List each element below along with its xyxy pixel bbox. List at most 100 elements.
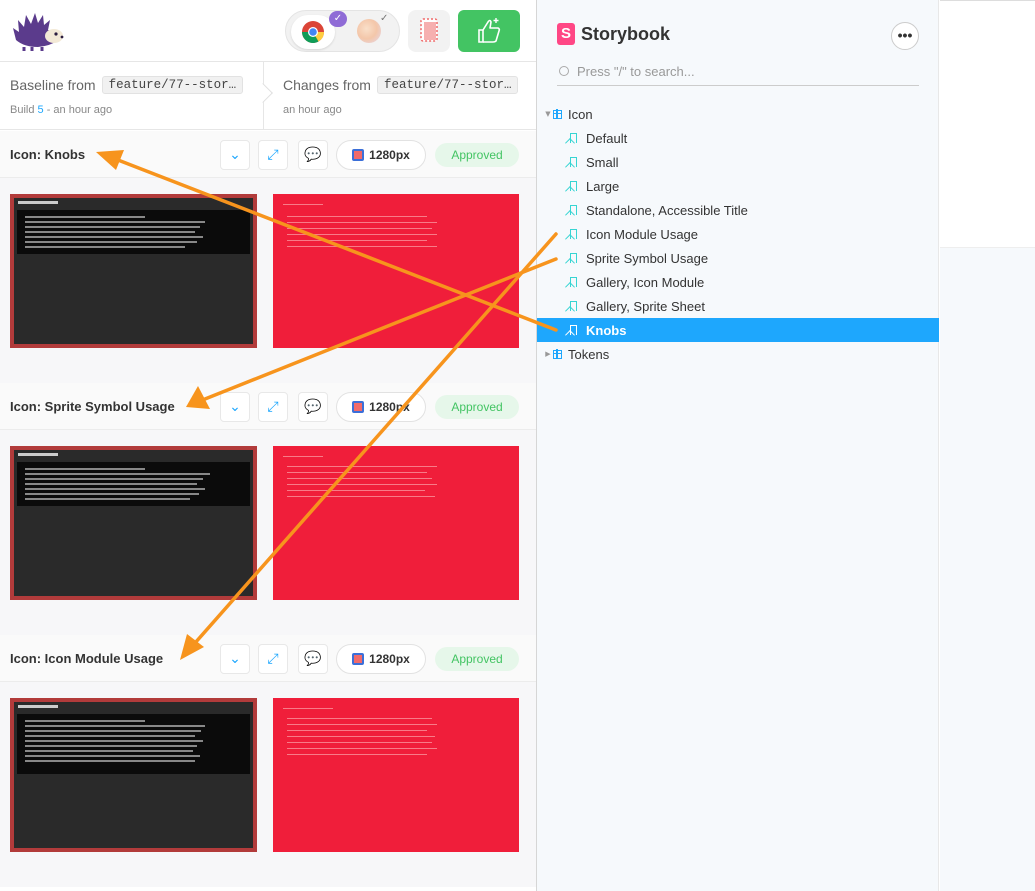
- story-card-knobs: Icon: Knobs ⌄ ⤢ 💬 1280px Approved: [0, 131, 536, 383]
- viewport-icon: [352, 401, 365, 413]
- tree-component-icon[interactable]: ▼ Icon: [537, 102, 939, 126]
- story-card-sprite-symbol-usage: Icon: Sprite Symbol Usage ⌄ ⤢ 💬 1280px A…: [0, 383, 536, 635]
- baseline-snapshot[interactable]: [10, 446, 257, 600]
- comparison-chevron: [253, 83, 273, 103]
- viewport-button[interactable]: 1280px: [336, 392, 426, 422]
- tree-story-gallery-icon-module[interactable]: Gallery, Icon Module: [537, 270, 939, 294]
- status-badge: Approved: [435, 143, 519, 167]
- tree-story-knobs[interactable]: Knobs: [537, 318, 939, 342]
- story-snapshots: [0, 682, 536, 887]
- selected-check-icon: ✓: [329, 11, 347, 27]
- search-input[interactable]: [577, 64, 907, 79]
- expand-chevron-icon[interactable]: ⌄: [220, 140, 250, 170]
- baseline-snapshot[interactable]: [10, 194, 257, 348]
- viewport-label: 1280px: [369, 148, 410, 162]
- caret-right-icon: ▶: [545, 350, 551, 358]
- add-comment-icon[interactable]: 💬: [298, 392, 328, 422]
- review-toolbar: ✓ ✓: [0, 0, 536, 62]
- status-badge: Approved: [435, 647, 519, 671]
- fullscreen-icon[interactable]: ⤢: [258, 644, 288, 674]
- expand-chevron-icon[interactable]: ⌄: [220, 644, 250, 674]
- story-title[interactable]: Icon: Sprite Symbol Usage: [10, 399, 175, 414]
- tree-item-label: Knobs: [586, 322, 627, 338]
- tree-story-default[interactable]: Default: [537, 126, 939, 150]
- viewport-icon: [352, 653, 365, 665]
- changes-snapshot[interactable]: [273, 446, 519, 600]
- browser-selector: ✓ ✓: [285, 10, 400, 52]
- search-box: [557, 62, 919, 86]
- tree-item-label: Large: [586, 178, 620, 194]
- tree-item-label: Icon Module Usage: [586, 226, 699, 242]
- preview-border: [940, 0, 1035, 1]
- changes-label: Changes from: [283, 77, 371, 93]
- add-comment-icon[interactable]: 💬: [298, 140, 328, 170]
- baseline-info: Baseline from feature/77--stor… Build 5 …: [10, 76, 244, 116]
- firefox-icon[interactable]: [357, 19, 381, 43]
- storybook-logo-icon[interactable]: S: [557, 23, 575, 45]
- tree-item-label: Default: [586, 130, 628, 146]
- tree-story-standalone[interactable]: Standalone, Accessible Title: [537, 198, 939, 222]
- baseline-branch[interactable]: feature/77--stor…: [101, 76, 244, 94]
- chrome-browser-button[interactable]: ✓: [291, 11, 347, 49]
- story-header: Icon: Icon Module Usage ⌄ ⤢ 💬 1280px App…: [0, 635, 536, 682]
- changes-branch[interactable]: feature/77--stor…: [376, 76, 519, 94]
- fullscreen-icon[interactable]: ⤢: [258, 392, 288, 422]
- bookmark-icon: [570, 253, 577, 263]
- status-badge: Approved: [435, 395, 519, 419]
- changes-info: Changes from feature/77--stor… an hour a…: [283, 76, 519, 116]
- changes-snapshot[interactable]: [273, 194, 519, 348]
- bookmark-icon: [570, 181, 577, 191]
- search-icon: [559, 66, 569, 76]
- bookmark-icon: [570, 277, 577, 287]
- tree-component-tokens[interactable]: ▶ Tokens: [537, 342, 939, 366]
- baseline-build-prefix: Build: [10, 104, 35, 116]
- viewport-label: 1280px: [369, 400, 410, 414]
- tree-story-small[interactable]: Small: [537, 150, 939, 174]
- expand-chevron-icon[interactable]: ⌄: [220, 392, 250, 422]
- component-icon: [552, 109, 562, 119]
- comparison-bar: Baseline from feature/77--stor… Build 5 …: [0, 62, 536, 130]
- approve-button[interactable]: [458, 10, 520, 52]
- viewport-icon: [352, 149, 365, 161]
- thumbs-up-icon: [478, 18, 501, 43]
- preview-area: [940, 0, 1035, 891]
- review-panel: ✓ ✓ Baseline from feature/77--stor… Buil…: [0, 0, 537, 891]
- diff-toggle-button[interactable]: [408, 10, 450, 52]
- add-comment-icon[interactable]: 💬: [298, 644, 328, 674]
- bookmark-icon: [570, 229, 577, 239]
- story-title[interactable]: Icon: Icon Module Usage: [10, 651, 163, 666]
- tree-item-label: Gallery, Sprite Sheet: [586, 298, 705, 314]
- fullscreen-icon[interactable]: ⤢: [258, 140, 288, 170]
- tree-story-icon-module-usage[interactable]: Icon Module Usage: [537, 222, 939, 246]
- component-icon: [552, 349, 562, 359]
- firefox-check-icon: ✓: [380, 13, 389, 24]
- story-card-icon-module-usage: Icon: Icon Module Usage ⌄ ⤢ 💬 1280px App…: [0, 635, 536, 887]
- story-title[interactable]: Icon: Knobs: [10, 147, 85, 162]
- baseline-time: - an hour ago: [43, 104, 113, 116]
- bookmark-icon: [570, 301, 577, 311]
- storybook-sidebar: S Storybook ••• ▼ Icon Default Small Lar…: [537, 0, 939, 891]
- story-snapshots: [0, 178, 536, 383]
- story-header: Icon: Sprite Symbol Usage ⌄ ⤢ 💬 1280px A…: [0, 383, 536, 430]
- tree-story-large[interactable]: Large: [537, 174, 939, 198]
- sidebar-menu-button[interactable]: •••: [891, 22, 919, 50]
- caret-down-icon: ▼: [545, 110, 551, 118]
- tree-item-label: Sprite Symbol Usage: [586, 250, 709, 266]
- story-header: Icon: Knobs ⌄ ⤢ 💬 1280px Approved: [0, 131, 536, 178]
- preview-canvas: [940, 0, 1035, 248]
- tree-item-label: Standalone, Accessible Title: [586, 202, 748, 218]
- bookmark-icon: [570, 205, 577, 215]
- changes-time: an hour ago: [283, 104, 342, 116]
- baseline-snapshot[interactable]: [10, 698, 257, 852]
- bookmark-icon: [570, 133, 577, 143]
- storybook-title[interactable]: Storybook: [581, 24, 670, 45]
- bookmark-icon: [570, 157, 577, 167]
- viewport-button[interactable]: 1280px: [336, 644, 426, 674]
- story-snapshots: [0, 430, 536, 635]
- viewport-button[interactable]: 1280px: [336, 140, 426, 170]
- hedgehog-logo-icon[interactable]: [10, 10, 64, 52]
- tree-story-gallery-sprite-sheet[interactable]: Gallery, Sprite Sheet: [537, 294, 939, 318]
- tree-story-sprite-symbol-usage[interactable]: Sprite Symbol Usage: [537, 246, 939, 270]
- changes-snapshot[interactable]: [273, 698, 519, 852]
- tree-item-label: Tokens: [568, 346, 610, 362]
